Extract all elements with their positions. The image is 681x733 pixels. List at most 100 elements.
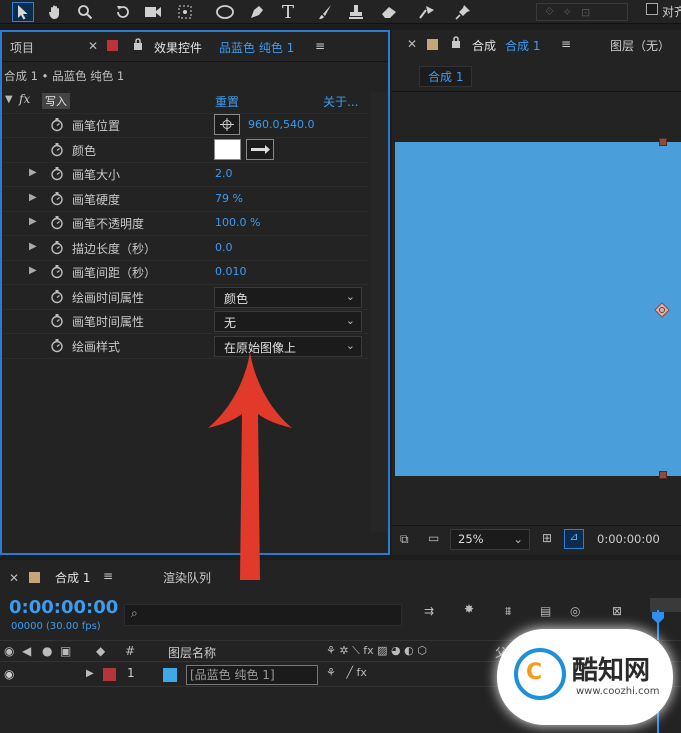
- shy-layers-icon[interactable]: ⩩: [505, 604, 511, 619]
- effect-name[interactable]: 写入: [42, 93, 70, 109]
- align-checkbox[interactable]: [646, 3, 658, 15]
- scrollbar[interactable]: [370, 92, 388, 532]
- property-row[interactable]: ▶ 画笔不透明度 100.0 %: [2, 212, 368, 236]
- property-row[interactable]: 绘画样式 在原始图像上 ⌄: [2, 335, 368, 359]
- expand-triangle-icon[interactable]: ▶: [29, 216, 37, 227]
- layer-handle-top[interactable]: [659, 138, 667, 146]
- expand-triangle-icon[interactable]: ▶: [29, 241, 37, 252]
- stopwatch-icon[interactable]: [50, 289, 64, 307]
- stopwatch-icon[interactable]: [50, 191, 64, 209]
- property-value[interactable]: 960.0,540.0: [248, 118, 314, 131]
- panel-menu-icon[interactable]: ≡: [561, 37, 571, 51]
- hand-tool-icon[interactable]: [44, 2, 66, 22]
- expand-triangle-icon[interactable]: ▶: [29, 167, 37, 178]
- stopwatch-icon[interactable]: [50, 215, 64, 233]
- type-tool-icon[interactable]: T: [277, 2, 299, 23]
- transparency-grid-icon[interactable]: ⊿: [564, 529, 584, 549]
- effect-tab-prefix[interactable]: 效果控件: [154, 39, 202, 56]
- composition-canvas[interactable]: [395, 138, 681, 479]
- layer-search-input[interactable]: ⌕: [124, 604, 402, 626]
- close-icon[interactable]: ✕: [9, 571, 19, 585]
- stopwatch-icon[interactable]: [50, 166, 64, 184]
- property-value[interactable]: 0.0: [215, 241, 233, 254]
- property-dropdown[interactable]: 无 ⌄: [214, 311, 362, 332]
- timeline-timecode[interactable]: 0:00:00:00: [9, 597, 118, 618]
- always-preview-icon[interactable]: ⧉: [400, 532, 409, 547]
- stopwatch-icon[interactable]: [50, 142, 64, 160]
- stopwatch-icon[interactable]: [50, 240, 64, 258]
- pan-behind-tool-icon[interactable]: [174, 2, 196, 22]
- eye-icon[interactable]: ◉: [4, 667, 14, 681]
- panel-menu-icon[interactable]: ≡: [315, 39, 325, 53]
- stopwatch-icon[interactable]: [50, 117, 64, 135]
- comp-tab-prefix[interactable]: 合成: [472, 37, 496, 54]
- property-row[interactable]: 画笔时间属性无 ⌄: [2, 310, 368, 334]
- snap-options[interactable]: ⟐ ⟡ ⊡: [536, 3, 628, 21]
- expand-triangle-icon[interactable]: ▶: [86, 668, 94, 679]
- stopwatch-icon[interactable]: [50, 313, 64, 331]
- effect-tab-layer[interactable]: 品蓝色 纯色 1: [219, 39, 294, 56]
- lock-icon[interactable]: [451, 36, 461, 52]
- expand-triangle-icon[interactable]: ▼: [5, 94, 13, 105]
- layer-handle-bottom[interactable]: [659, 471, 667, 479]
- work-area-bar[interactable]: [650, 598, 681, 612]
- property-row[interactable]: 绘画时间属性 颜色 ⌄: [2, 286, 368, 310]
- frame-blending-icon[interactable]: ▤: [540, 604, 551, 618]
- timeline-tab[interactable]: 合成 1: [55, 569, 90, 586]
- anchor-point-icon[interactable]: [653, 301, 671, 322]
- close-icon[interactable]: ✕: [88, 39, 98, 53]
- property-value[interactable]: 0.010: [215, 265, 247, 278]
- tab-project[interactable]: 项目: [10, 39, 34, 56]
- expand-triangle-icon[interactable]: ▶: [29, 192, 37, 203]
- puppet-pin-tool-icon[interactable]: [452, 2, 474, 22]
- close-icon[interactable]: ✕: [407, 37, 417, 51]
- clone-stamp-tool-icon[interactable]: [345, 2, 367, 22]
- tab-render-queue[interactable]: 渲染队列: [163, 569, 211, 586]
- ellipse-tool-icon[interactable]: [214, 2, 236, 22]
- lock-icon[interactable]: [133, 38, 143, 54]
- about-link[interactable]: 关于...: [323, 93, 358, 110]
- property-dropdown[interactable]: 在原始图像上 ⌄: [214, 335, 362, 357]
- stopwatch-icon[interactable]: [50, 264, 64, 282]
- layer-name[interactable]: [品蓝色 纯色 1]: [186, 665, 318, 685]
- rotate-tool-icon[interactable]: [112, 2, 134, 22]
- roto-brush-tool-icon[interactable]: [416, 2, 438, 22]
- comp-tab-name[interactable]: 合成 1: [505, 37, 540, 54]
- comp-subtab[interactable]: 合成 1: [419, 66, 473, 87]
- region-of-interest-icon[interactable]: ⊞: [542, 531, 552, 545]
- property-value[interactable]: 2.0: [215, 167, 233, 180]
- motion-blur-icon[interactable]: ◎: [570, 604, 580, 618]
- layer-name-header[interactable]: 图层名称: [168, 644, 216, 661]
- tab-layer[interactable]: 图层（无）: [610, 37, 670, 54]
- graph-editor-icon[interactable]: ⊠: [612, 604, 622, 618]
- property-row[interactable]: 画笔位置 960.0,540.0: [2, 114, 368, 138]
- comp-mini-flowchart-icon[interactable]: ⇉: [424, 604, 434, 618]
- zoom-dropdown[interactable]: 25% ⌄: [450, 529, 530, 550]
- eyedropper-icon[interactable]: [246, 138, 274, 160]
- property-row[interactable]: 颜色: [2, 138, 368, 163]
- draft-3d-icon[interactable]: ✸: [464, 602, 474, 616]
- reset-link[interactable]: 重置: [215, 93, 239, 110]
- zoom-tool-icon[interactable]: [74, 2, 96, 22]
- panel-menu-icon[interactable]: ≡: [103, 569, 113, 583]
- comp-timecode[interactable]: 0:00:00:00: [597, 532, 660, 546]
- stopwatch-icon[interactable]: [50, 338, 64, 356]
- color-swatch[interactable]: [214, 138, 241, 160]
- property-row[interactable]: ▶ 画笔硬度 79 %: [2, 188, 368, 212]
- pen-tool-icon[interactable]: [246, 2, 268, 22]
- playhead-handle[interactable]: [652, 612, 664, 624]
- monitor-icon[interactable]: ▭: [428, 531, 439, 545]
- selection-tool-icon[interactable]: [12, 2, 34, 22]
- property-row[interactable]: ▶ 画笔间距（秒） 0.010: [2, 261, 368, 285]
- fx-icon[interactable]: fx: [19, 92, 30, 106]
- eraser-tool-icon[interactable]: [378, 2, 400, 22]
- property-row[interactable]: ▶ 描边长度（秒） 0.0: [2, 237, 368, 261]
- property-dropdown[interactable]: 颜色 ⌄: [214, 286, 362, 308]
- crosshair-icon[interactable]: [214, 114, 240, 135]
- camera-tool-icon[interactable]: [142, 2, 164, 22]
- brush-tool-icon[interactable]: [314, 2, 336, 22]
- layer-switches[interactable]: ⚘ ╱ fx: [326, 666, 367, 679]
- expand-triangle-icon[interactable]: ▶: [29, 265, 37, 276]
- property-row[interactable]: ▶ 画笔大小 2.0: [2, 163, 368, 187]
- layer-label-color[interactable]: [103, 668, 116, 681]
